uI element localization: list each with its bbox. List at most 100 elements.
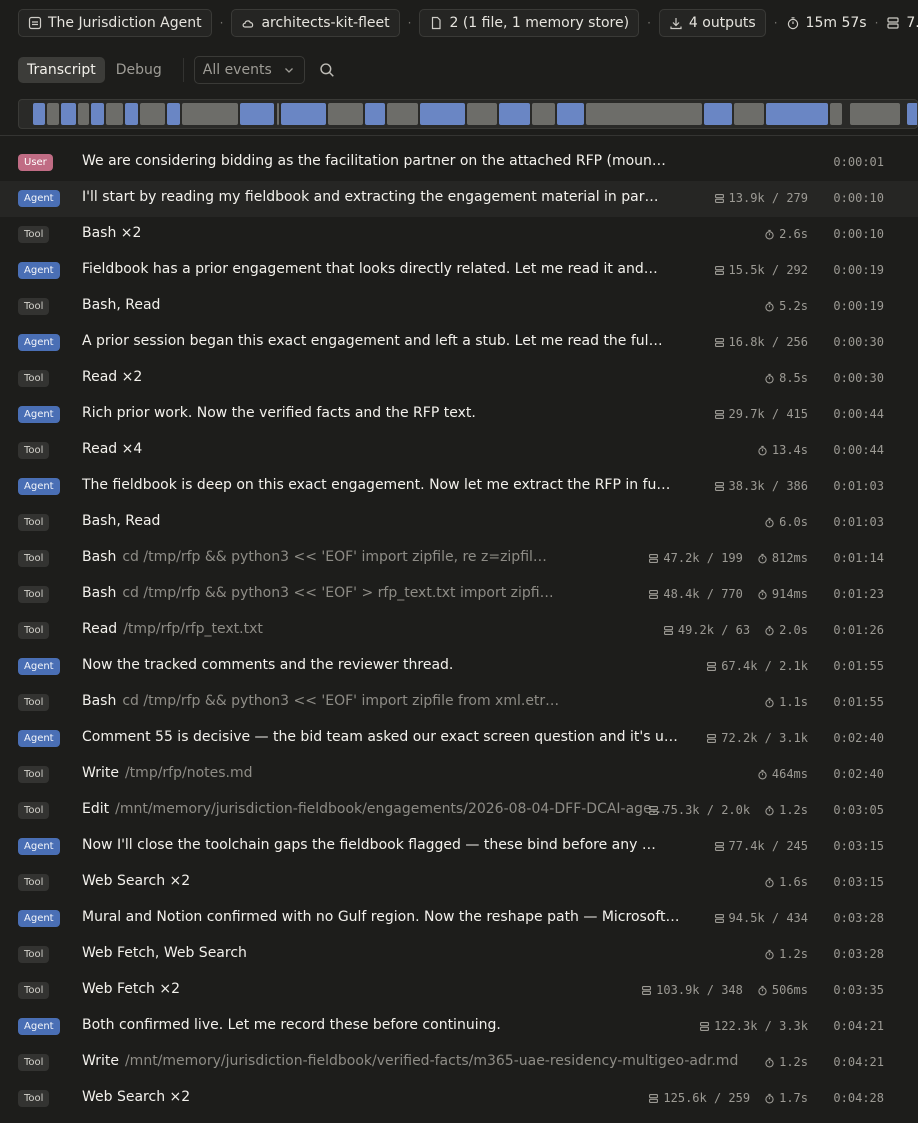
- event-parameter: cd /tmp/rfp && python3 << 'EOF' > rfp_te…: [122, 585, 554, 601]
- token-count: 75.3k / 2.0k: [648, 803, 750, 817]
- transcript-row[interactable]: Agent Now I'll close the toolchain gaps t…: [0, 829, 918, 865]
- timeline-segment-tool[interactable]: [327, 103, 363, 125]
- event-timestamp: 0:01:26: [833, 623, 884, 637]
- timeline-segment-tool[interactable]: [830, 103, 842, 125]
- transcript-row[interactable]: Agent The fieldbook is deep on this exact…: [0, 469, 918, 505]
- environment-chip[interactable]: architects-kit-fleet: [231, 9, 400, 37]
- event-summary: Fieldbook has a prior engagement that lo…: [82, 261, 658, 277]
- timeline-segment-tool[interactable]: [47, 103, 60, 125]
- timeline-segment-agent[interactable]: [61, 103, 76, 125]
- timeline-segment-agent[interactable]: [166, 103, 180, 125]
- event-summary: Mural and Notion confirmed with no Gulf …: [82, 909, 680, 925]
- timeline-segment-tool[interactable]: [106, 103, 124, 125]
- transcript-row[interactable]: Agent A prior session began this exact en…: [0, 325, 918, 361]
- timeline-segment-agent[interactable]: [704, 103, 732, 125]
- event-timeline[interactable]: [18, 99, 918, 129]
- database-icon: [663, 625, 674, 636]
- timeline-segment-agent[interactable]: [239, 103, 275, 125]
- event-filter-dropdown[interactable]: All events: [193, 56, 305, 84]
- database-icon: [714, 409, 725, 420]
- transcript-row[interactable]: Tool Bash cd /tmp/rfp && python3 << 'EOF' …: [0, 685, 918, 721]
- event-stats: 77.4k / 245: [714, 839, 808, 853]
- stopwatch-icon: [757, 769, 768, 780]
- transcript-row[interactable]: Tool Bash, Read 6.0s 0:01:03: [0, 505, 918, 541]
- event-timestamp: 0:03:15: [833, 875, 884, 889]
- duration: 2.6s: [764, 227, 808, 241]
- transcript-row[interactable]: Tool Write/mnt/memory/jurisdiction-fieldb…: [0, 1045, 918, 1081]
- timeline-segment-tool[interactable]: [77, 103, 90, 125]
- event-text: Comment 55 is decisive — the bid team as…: [82, 729, 678, 745]
- outputs-chip[interactable]: 4 outputs: [658, 9, 766, 37]
- role-badge-tool: Tool: [18, 766, 50, 783]
- event-text: The fieldbook is deep on this exact enga…: [82, 477, 671, 493]
- search-icon[interactable]: [319, 62, 335, 78]
- token-count: 15.5k / 292: [714, 263, 808, 277]
- timeline-segment-agent[interactable]: [419, 103, 466, 125]
- timeline-segment-tool[interactable]: [586, 103, 702, 125]
- timeline-segment-agent[interactable]: [32, 103, 45, 125]
- duration-value: 5.2s: [779, 299, 808, 313]
- timeline-segment-agent[interactable]: [498, 103, 531, 125]
- transcript-row[interactable]: Tool Web Fetch, Web Search 1.2s 0:03:28: [0, 937, 918, 973]
- token-count-value: 16.8k / 256: [728, 335, 808, 349]
- transcript-row[interactable]: Tool Write/tmp/rfp/notes.md 464ms 0:02:40: [0, 757, 918, 793]
- transcript-row[interactable]: Tool Bash ×2 2.6s 0:00:10: [0, 217, 918, 253]
- transcript-row[interactable]: Tool Read/tmp/rfp/rfp_text.txt 49.2k / 63 2…: [0, 613, 918, 649]
- transcript-row[interactable]: User We are considering bidding as the fa…: [0, 145, 918, 181]
- database-icon: [648, 805, 659, 816]
- event-stats: 49.2k / 63 2.0s: [663, 623, 808, 637]
- transcript-row[interactable]: Agent Comment 55 is decisive — the bid te…: [0, 721, 918, 757]
- timeline-segment-tool[interactable]: [467, 103, 497, 125]
- transcript-row[interactable]: Tool Read ×4 13.4s 0:00:44: [0, 433, 918, 469]
- agent-chip[interactable]: The Jurisdiction Agent: [18, 9, 212, 37]
- role-badge-tool: Tool: [18, 514, 50, 531]
- transcript-row[interactable]: Agent I'll start by reading my fieldbook …: [0, 181, 918, 217]
- timeline-segment-tool[interactable]: [182, 103, 238, 125]
- duration-value: 8.5s: [779, 371, 808, 385]
- event-stats: 13.9k / 279: [714, 191, 808, 205]
- timeline-segment-agent[interactable]: [281, 103, 326, 125]
- timeline-segment-agent[interactable]: [557, 103, 585, 125]
- transcript-row[interactable]: Tool Bash, Read 5.2s 0:00:19: [0, 289, 918, 325]
- event-summary: Bash cd /tmp/rfp && python3 << 'EOF' > rf…: [82, 585, 554, 601]
- event-stats: 1.1s: [764, 695, 808, 709]
- timeline-segment-agent[interactable]: [91, 103, 105, 125]
- transcript-row[interactable]: Tool Web Search ×2 1.6s 0:03:15: [0, 865, 918, 901]
- timeline-segment-agent[interactable]: [364, 103, 386, 125]
- transcript-row[interactable]: Tool Bash cd /tmp/rfp && python3 << 'EOF' …: [0, 541, 918, 577]
- files-chip[interactable]: 2 (1 file, 1 memory store): [419, 9, 640, 37]
- transcript-row[interactable]: Tool Web Search ×2 125.6k / 259 1.7s 0:04:28: [0, 1081, 918, 1117]
- role-badge-agent: Agent: [18, 1018, 60, 1035]
- transcript-row[interactable]: Tool Web Fetch ×2 103.9k / 348 506ms 0:03:35: [0, 973, 918, 1009]
- timeline-segment-tool[interactable]: [849, 103, 900, 125]
- token-count-value: 49.2k / 63: [677, 623, 751, 637]
- event-summary: I'll start by reading my fieldbook and e…: [82, 189, 658, 205]
- transcript-row[interactable]: Agent Rich prior work. Now the verified f…: [0, 397, 918, 433]
- transcript-row[interactable]: Tool Bash cd /tmp/rfp && python3 << 'EOF' …: [0, 577, 918, 613]
- timeline-segment-tool[interactable]: [387, 103, 418, 125]
- role-badge-tool: Tool: [18, 982, 50, 999]
- transcript-row[interactable]: Agent Both confirmed live. Let me record …: [0, 1009, 918, 1045]
- timeline-segment-agent[interactable]: [125, 103, 138, 125]
- transcript-row[interactable]: Agent Now the tracked comments and the re…: [0, 649, 918, 685]
- event-text: Mural and Notion confirmed with no Gulf …: [82, 909, 680, 925]
- timeline-segment-tool[interactable]: [532, 103, 556, 125]
- timeline-segment-tool[interactable]: [276, 103, 279, 125]
- timeline-segment-tool[interactable]: [733, 103, 765, 125]
- event-summary: Read ×2: [82, 369, 142, 385]
- duration-value: 15m 57s: [805, 15, 867, 31]
- stopwatch-icon: [786, 16, 800, 30]
- database-icon: [714, 481, 725, 492]
- tab-debug[interactable]: Debug: [107, 57, 171, 83]
- transcript-row[interactable]: Tool Edit/mnt/memory/jurisdiction-fieldbo…: [0, 793, 918, 829]
- event-summary: Web Fetch, Web Search: [82, 945, 247, 961]
- transcript-row[interactable]: Agent Fieldbook has a prior engagement th…: [0, 253, 918, 289]
- timeline-segment-tool[interactable]: [139, 103, 165, 125]
- timeline-segment-agent[interactable]: [766, 103, 828, 125]
- transcript-row[interactable]: Agent Mural and Notion confirmed with no …: [0, 901, 918, 937]
- timeline-segment-agent[interactable]: [906, 103, 917, 125]
- role-badge-tool: Tool: [18, 298, 50, 315]
- event-text: Read ×4: [82, 441, 143, 457]
- transcript-row[interactable]: Tool Read ×2 8.5s 0:00:30: [0, 361, 918, 397]
- tab-transcript[interactable]: Transcript: [18, 57, 105, 83]
